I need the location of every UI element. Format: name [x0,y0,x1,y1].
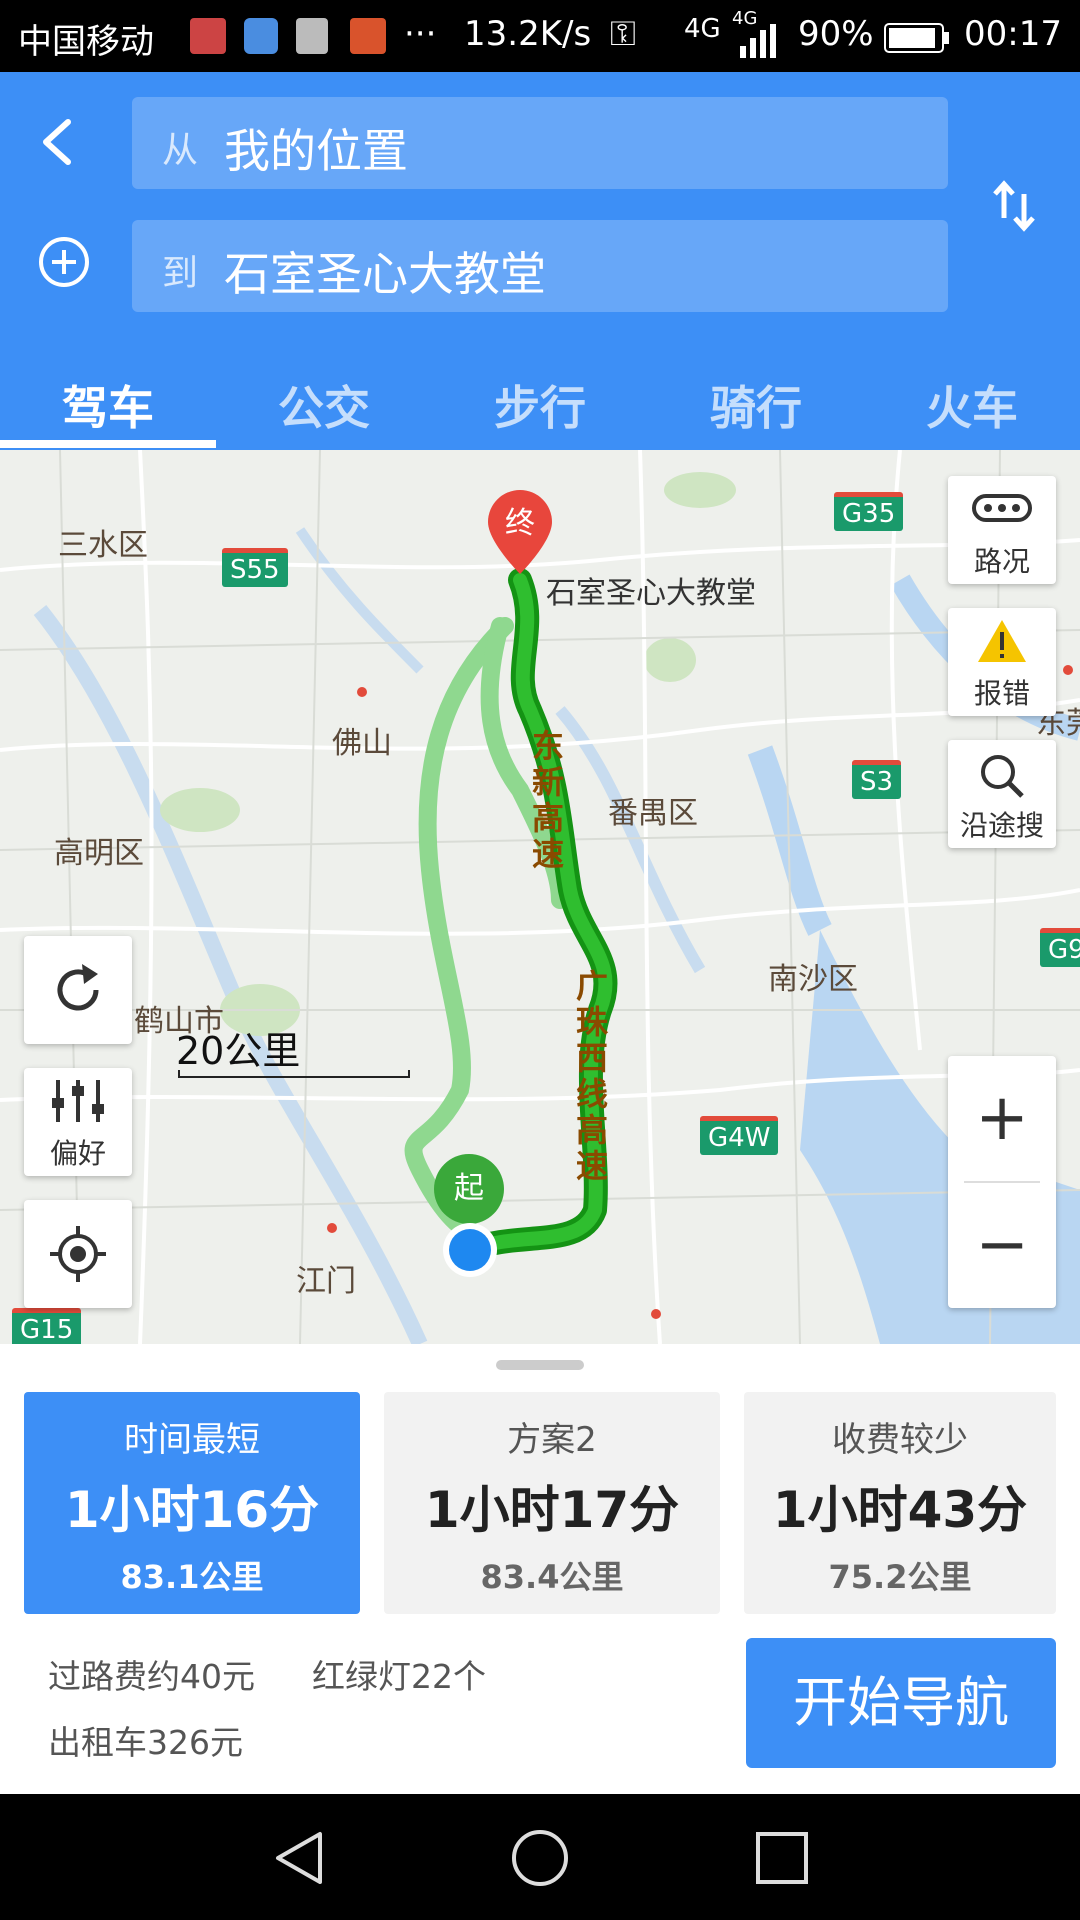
route-label-guangzhu-west: 广珠西线高速 [575,967,608,1185]
highway-shield-g4w: G4W [700,1116,779,1155]
drag-handle[interactable] [496,1360,584,1370]
destination-prefix: 到 [162,253,199,294]
highway-shield-g94: G94 [1040,928,1080,967]
map-background [0,450,1080,1344]
refresh-icon [57,964,99,1011]
system-nav-bar [0,1794,1080,1920]
swap-button[interactable] [990,176,1040,236]
report-error-button[interactable]: 报错 [948,608,1056,716]
plan-title: 方案2 [507,1420,597,1460]
preference-label: 偏好 [49,1137,106,1170]
destination-value: 石室圣心大教堂 [224,247,546,301]
zoom-out-button[interactable]: − [948,1183,1056,1307]
plus-circle-icon [39,237,89,287]
origin-value: 我的位置 [224,124,408,178]
circle-home-icon [512,1830,568,1886]
map-label-destination: 石室圣心大教堂 [546,576,756,611]
zoom-in-button[interactable]: + [948,1056,1056,1180]
back-arrow-icon [43,119,71,165]
plan-distance: 83.4公里 [480,1558,624,1596]
zoom-control: + − [948,1056,1056,1308]
battery-percent: 90% [798,14,874,54]
triangle-back-icon [276,1832,322,1884]
active-tab-indicator [0,440,216,448]
plan-card-2[interactable]: 方案2 1小时17分 83.4公里 [384,1392,720,1614]
scale-label: 20公里 [176,1029,301,1073]
plan-duration: 1小时17分 [424,1481,680,1539]
plan-card-lower-toll[interactable]: 收费较少 1小时43分 75.2公里 [744,1392,1056,1614]
report-error-label: 报错 [973,677,1030,710]
preference-button[interactable]: 偏好 [24,1068,132,1176]
tab-train[interactable]: 火车 [864,372,1080,438]
highway-shield-g15: G15 [12,1308,82,1344]
map-label-gaoming: 高明区 [54,836,144,871]
traffic-lights-info: 红绿灯22个 [312,1657,486,1696]
warning-icon [978,620,1026,662]
battery-icon [884,22,950,62]
traffic-label: 路况 [973,545,1030,578]
toll-info: 过路费约40元 [48,1657,255,1696]
route-label-dongxin: 东新高速 [531,727,564,873]
taxi-fare-info: 出租车326元 [48,1723,243,1762]
route-header: 从 我的位置 到 石室圣心大教堂 驾车 公交 步行 骑行 火车 [0,72,1080,450]
plan-duration: 1小时43分 [772,1481,1028,1539]
nav-recents-button[interactable] [754,1830,810,1886]
network-speed: 13.2K/s [464,14,592,54]
nav-back-button[interactable] [272,1830,328,1886]
origin-prefix: 从 [162,130,199,171]
current-location-icon [440,1220,500,1280]
plan-title: 收费较少 [832,1420,968,1460]
plan-distance: 75.2公里 [828,1558,972,1596]
traffic-icon [972,494,1032,522]
signal-icon [740,24,780,67]
crosshair-icon [50,1226,106,1282]
status-bar: 中国移动 ··· 13.2K/s ⚿ 4G 4G 90% 00:17 [0,0,1080,72]
traffic-button[interactable]: 路况 [948,476,1056,584]
rocket-notification-icon [296,18,328,54]
plan-card-fastest[interactable]: 时间最短 1小时16分 83.1公里 [24,1392,360,1614]
vpn-key-icon: ⚿ [610,14,636,54]
highway-shield-s3: S3 [852,760,902,799]
tab-cycling[interactable]: 骑行 [648,372,864,438]
location-notification-icon [244,18,278,54]
map-label-nansha: 南沙区 [768,962,858,997]
sliders-icon [52,1080,104,1122]
destination-field[interactable]: 到 石室圣心大教堂 [132,220,948,312]
map-label-jiangmen: 江门 [296,1264,356,1299]
highway-shield-g35: G35 [834,492,904,531]
carrier-name: 中国移动 [18,22,154,62]
tab-transit[interactable]: 公交 [216,372,432,438]
plan-distance: 83.1公里 [120,1558,264,1596]
plan-duration: 1小时16分 [64,1481,320,1539]
heart-notification-icon [350,18,386,54]
search-icon [981,755,1024,798]
refresh-button[interactable] [24,936,132,1044]
start-marker[interactable]: 起 [434,1154,504,1224]
tab-walking[interactable]: 步行 [432,372,648,438]
highway-shield-s55: S55 [222,548,288,587]
map-label-foshan: 佛山 [332,726,392,761]
start-navigation-button[interactable]: 开始导航 [746,1638,1056,1768]
locate-me-button[interactable] [24,1200,132,1308]
network-type: 4G [684,14,721,44]
swap-arrows-icon [993,180,1035,232]
back-button[interactable] [30,112,90,172]
nav-home-button[interactable] [510,1828,570,1888]
search-along-label: 沿途搜 [959,809,1044,842]
end-marker[interactable]: 终 [484,490,556,576]
clock: 00:17 [964,14,1062,54]
search-along-button[interactable]: 沿途搜 [948,740,1056,848]
plan-title: 时间最短 [124,1420,260,1460]
scale-bar [178,1070,410,1078]
map-label-panyu: 番禺区 [608,796,698,831]
tab-driving[interactable]: 驾车 [0,372,216,438]
more-notifications-icon: ··· [404,14,437,54]
app-notification-icon [190,18,226,54]
add-waypoint-button[interactable] [36,234,92,290]
map-view[interactable]: 三水区 佛山 番禺区 高明区 南沙区 鹤山市 江门 东莞 石室圣心大教堂 S55… [0,450,1080,1344]
origin-field[interactable]: 从 我的位置 [132,97,948,189]
map-label-sanshui: 三水区 [58,528,148,563]
square-recents-icon [756,1832,808,1884]
